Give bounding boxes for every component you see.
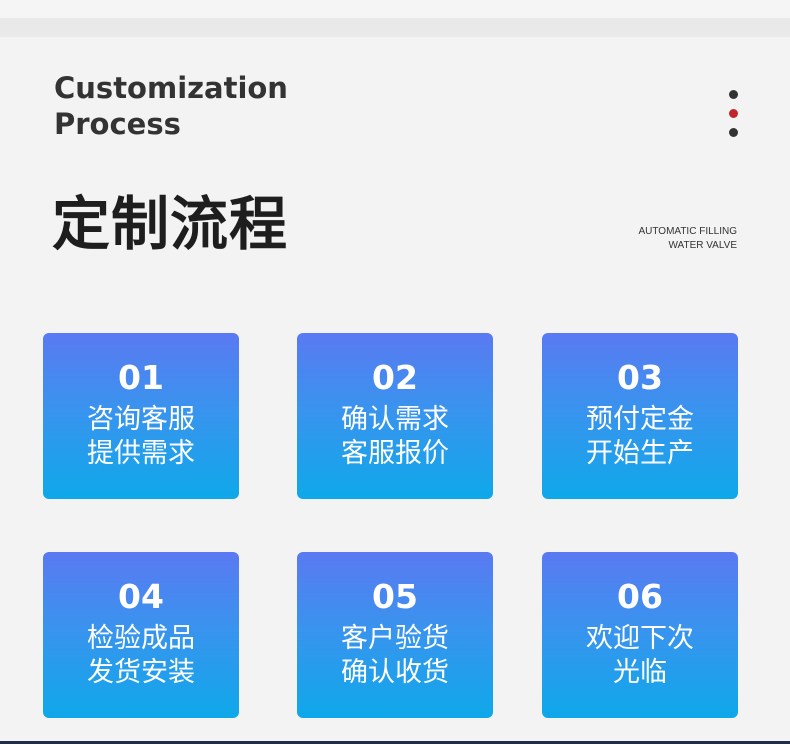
step-number: 04: [118, 577, 164, 616]
step-card-04: 04 检验成品 发货安装: [43, 552, 239, 718]
step-text-line-1: 客户验货: [341, 623, 449, 654]
brand-caption-line-2: WATER VALVE: [668, 240, 737, 251]
step-number: 03: [617, 358, 663, 397]
english-title: Customization Process: [54, 70, 288, 142]
step-card-03: 03 预付定金 开始生产: [542, 333, 738, 499]
step-text-line-1: 咨询客服: [87, 404, 195, 435]
step-number: 02: [372, 358, 418, 397]
step-text-line-1: 检验成品: [87, 623, 195, 654]
top-divider: [0, 18, 790, 37]
step-text-line-2: 确认收货: [341, 657, 449, 688]
brand-caption: AUTOMATIC FILLING WATER VALVE: [638, 225, 737, 253]
english-title-line-2: Process: [54, 107, 181, 141]
top-band: [0, 0, 790, 18]
step-text-line-2: 光临: [613, 657, 667, 688]
step-text-line-1: 确认需求: [341, 404, 449, 435]
step-number: 01: [118, 358, 164, 397]
step-card-06: 06 欢迎下次 光临: [542, 552, 738, 718]
step-text-line-2: 提供需求: [87, 438, 195, 469]
dot-top: [729, 90, 738, 99]
chinese-title: 定制流程: [52, 190, 289, 258]
brand-caption-line-1: AUTOMATIC FILLING: [638, 226, 737, 237]
step-text-line-1: 预付定金: [586, 404, 694, 435]
step-text-line-2: 开始生产: [586, 438, 694, 469]
step-card-01: 01 咨询客服 提供需求: [43, 333, 239, 499]
step-text-line-2: 客服报价: [341, 438, 449, 469]
step-number: 06: [617, 577, 663, 616]
step-text-line-2: 发货安装: [87, 657, 195, 688]
step-number: 05: [372, 577, 418, 616]
step-card-05: 05 客户验货 确认收货: [297, 552, 493, 718]
dot-middle: [729, 109, 738, 118]
step-text-line-1: 欢迎下次: [586, 623, 694, 654]
english-title-line-1: Customization: [54, 71, 288, 105]
decorative-dots: [729, 90, 739, 147]
step-card-02: 02 确认需求 客服报价: [297, 333, 493, 499]
dot-bottom: [729, 128, 738, 137]
